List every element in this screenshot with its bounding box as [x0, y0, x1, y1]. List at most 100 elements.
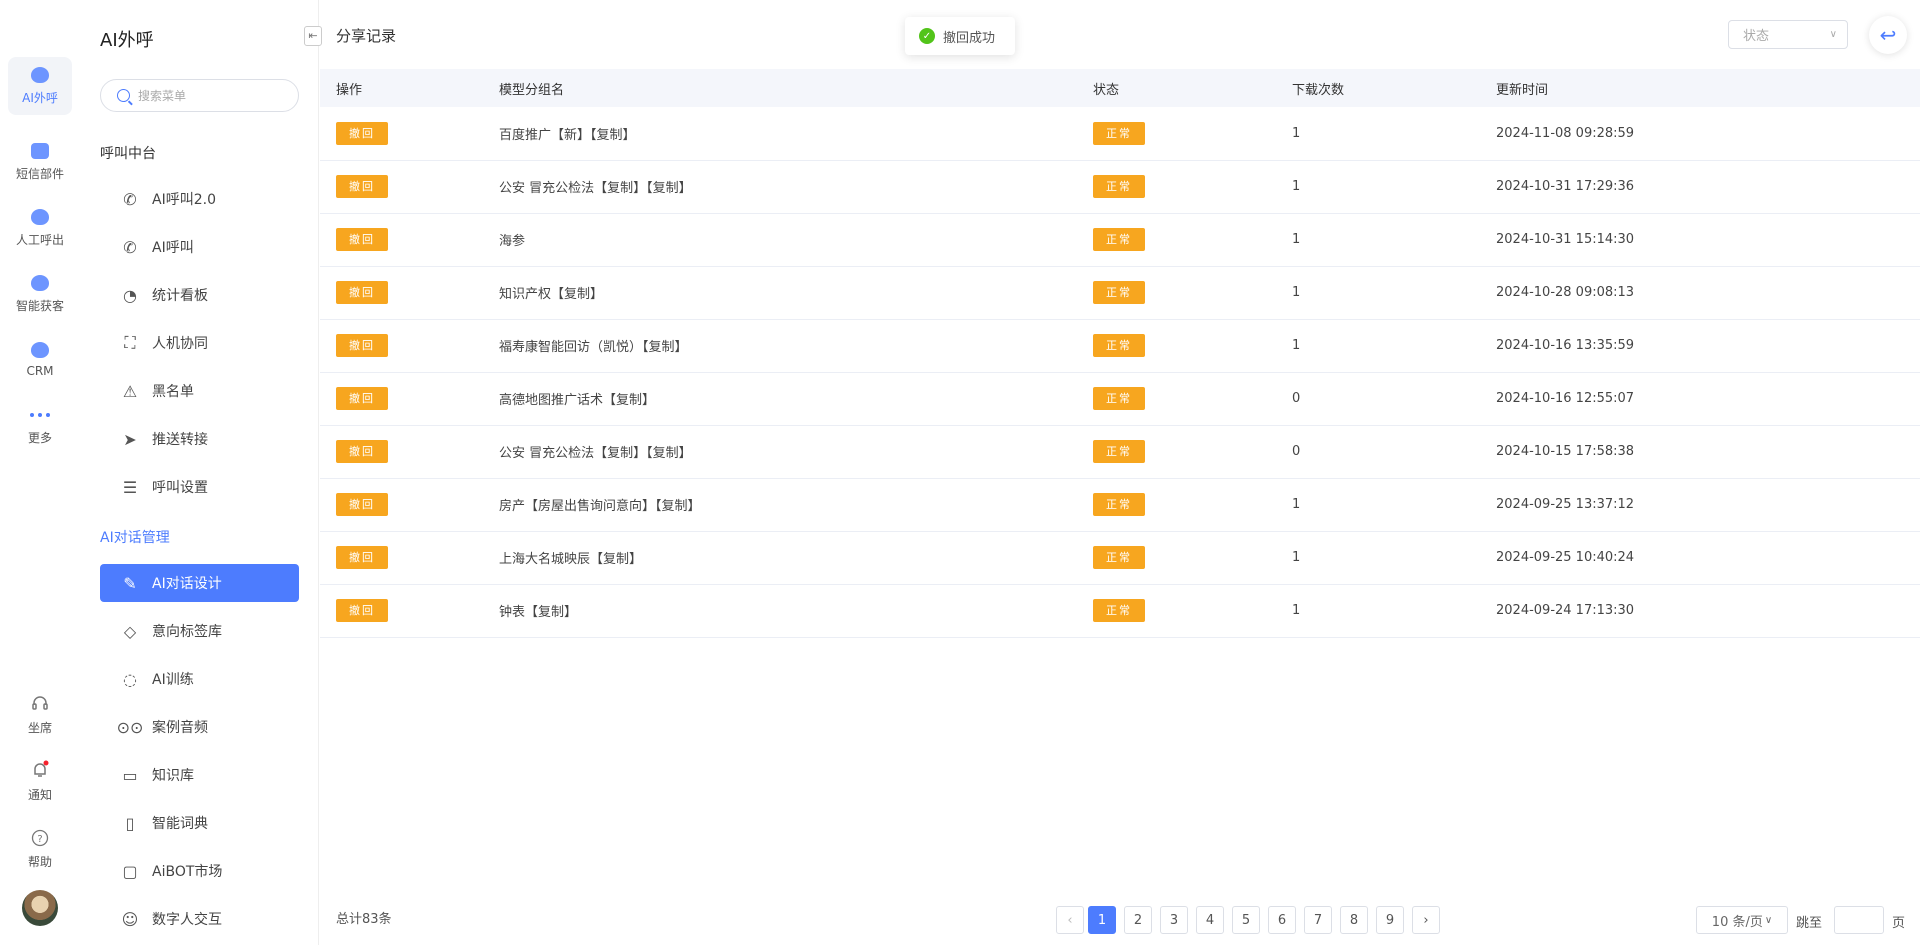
nav-item-knowledge-base[interactable]: ▭ 知识库 — [100, 756, 299, 794]
nav-item-push-transfer[interactable]: ➤ 推送转接 — [100, 420, 299, 458]
rail-item-sms[interactable]: 短信部件 — [8, 133, 72, 191]
group-title-call-center: 呼叫中台 — [100, 146, 156, 162]
nav-item-blacklist[interactable]: ⚠ 黑名单 — [100, 372, 299, 410]
revoke-button[interactable]: 撤回 — [336, 493, 388, 516]
nav-item-dictionary[interactable]: ▯ 智能词典 — [100, 804, 299, 842]
laptop-icon: ▭ — [122, 765, 138, 785]
revoke-button[interactable]: 撤回 — [336, 281, 388, 304]
app-root: AI外呼 短信部件 人工呼出 智能获客 CRM 更多 坐席 通知 ? 帮助 AI… — [0, 0, 1920, 945]
status-badge: 正常 — [1093, 387, 1145, 410]
nav-item-ai-call-2[interactable]: ✆ AI呼叫2.0 — [100, 180, 299, 218]
nav-item-case-audio[interactable]: ⊙⊙ 案例音频 — [100, 708, 299, 746]
revoke-button[interactable]: 撤回 — [336, 228, 388, 251]
back-button[interactable]: ↩ — [1869, 16, 1907, 54]
check-circle-icon: ✓ — [919, 28, 935, 44]
prev-page-button[interactable]: ‹ — [1056, 906, 1084, 934]
download-count: 1 — [1292, 266, 1496, 320]
status-badge: 正常 — [1093, 546, 1145, 569]
ghost-icon: ☺ — [121, 909, 139, 929]
download-count: 1 — [1292, 584, 1496, 638]
jump-page-input[interactable] — [1834, 906, 1884, 934]
updated-time: 2024-10-16 13:35:59 — [1496, 319, 1920, 373]
page-button[interactable]: 8 — [1340, 906, 1368, 934]
updated-time: 2024-10-31 15:14:30 — [1496, 213, 1920, 267]
page-button[interactable]: 2 — [1124, 906, 1152, 934]
warning-icon: ⚠ — [122, 381, 138, 401]
nav-item-call-settings[interactable]: ☰ 呼叫设置 — [100, 468, 299, 506]
status-badge: 正常 — [1093, 175, 1145, 198]
revoke-button[interactable]: 撤回 — [336, 599, 388, 622]
page-size-select[interactable]: 10 条/页 ∨ — [1696, 906, 1788, 934]
nav-item-ai-training[interactable]: ◌ AI训练 — [100, 660, 299, 698]
table-row: 撤回 高德地图推广话术【复制】 正常 0 2024-10-16 12:55:07 — [320, 372, 1920, 426]
page-button[interactable]: 6 — [1268, 906, 1296, 934]
chat-icon: ◌ — [123, 669, 137, 689]
status-badge: 正常 — [1093, 440, 1145, 463]
avatar[interactable] — [22, 890, 58, 926]
headset-icon — [32, 695, 48, 710]
page-button[interactable]: 4 — [1196, 906, 1224, 934]
reply-arrow-icon: ↩ — [1879, 23, 1897, 47]
rail-item-notice[interactable]: 通知 — [8, 752, 72, 810]
nav-item-stats[interactable]: ◔ 统计看板 — [100, 276, 299, 314]
nav-item-human-machine[interactable]: ⛶ 人机协同 — [100, 324, 299, 362]
rail-item-label: 智能获客 — [15, 298, 64, 313]
nav-item-ai-call[interactable]: ✆ AI呼叫 — [100, 228, 299, 266]
page-button[interactable]: 7 — [1304, 906, 1332, 934]
page-button[interactable]: 5 — [1232, 906, 1260, 934]
revoke-button[interactable]: 撤回 — [336, 121, 388, 145]
search-input[interactable] — [138, 88, 288, 103]
revoke-button[interactable]: 撤回 — [336, 387, 388, 410]
rail-item-label: 帮助 — [27, 854, 52, 869]
nav-item-digital-human[interactable]: ☺ 数字人交互 — [100, 900, 299, 938]
nav-item-label: AI训练 — [152, 672, 194, 688]
rail-item-crm[interactable]: CRM — [8, 331, 72, 389]
nav-item-label: AI呼叫2.0 — [152, 192, 216, 208]
model-group-name: 钟表【复制】 — [499, 584, 1093, 638]
updated-time: 2024-10-28 09:08:13 — [1496, 266, 1920, 320]
model-group-name: 上海大名城映辰【复制】 — [499, 531, 1093, 585]
table-row: 撤回 福寿康智能回访（凯悦）【复制】 正常 1 2024-10-16 13:35… — [320, 319, 1920, 373]
revoke-button[interactable]: 撤回 — [336, 175, 388, 198]
updated-time: 2024-10-16 12:55:07 — [1496, 372, 1920, 426]
next-page-button[interactable]: › — [1412, 906, 1440, 934]
model-group-name: 海参 — [499, 213, 1093, 267]
model-group-name: 福寿康智能回访（凯悦）【复制】 — [499, 319, 1093, 373]
nav-item-label: 推送转接 — [152, 432, 208, 448]
rail-item-manual-outbound[interactable]: 人工呼出 — [8, 199, 72, 257]
page-button[interactable]: 9 — [1376, 906, 1404, 934]
rail-item-label: 短信部件 — [15, 166, 64, 181]
messages-icon: ▢ — [122, 861, 138, 881]
revoke-button[interactable]: 撤回 — [336, 440, 388, 463]
rail-item-more[interactable]: 更多 — [8, 397, 72, 455]
rail-item-label: 通知 — [27, 787, 52, 802]
revoke-button[interactable]: 撤回 — [336, 334, 388, 357]
rail-item-label: 更多 — [27, 430, 52, 445]
table-row: 撤回 钟表【复制】 正常 1 2024-09-24 17:13:30 — [320, 584, 1920, 638]
status-filter-select[interactable]: 状态 ∨ — [1728, 20, 1848, 49]
pie-chart-icon: ◔ — [123, 285, 137, 305]
nav-item-intent-tags[interactable]: ◇ 意向标签库 — [100, 612, 299, 650]
model-group-name: 房产【房屋出售询问意向】【复制】 — [499, 478, 1093, 532]
nav-item-aibot-market[interactable]: ▢ AiBOT市场 — [100, 852, 299, 890]
nav-item-label: 意向标签库 — [152, 624, 222, 640]
phone-call-icon: ✆ — [123, 189, 137, 209]
page-button[interactable]: 1 — [1088, 906, 1116, 934]
table-row: 撤回 海参 正常 1 2024-10-31 15:14:30 — [320, 213, 1920, 267]
nav-item-label: AI呼叫 — [152, 240, 194, 256]
nav-item-dialog-design[interactable]: ✎ AI对话设计 — [100, 564, 299, 602]
status-badge: 正常 — [1093, 493, 1145, 516]
table-row: 撤回 公安 冒充公检法【复制】【复制】 正常 0 2024-10-15 17:5… — [320, 425, 1920, 479]
rail-item-ai-outbound[interactable]: AI外呼 — [8, 57, 72, 115]
rail-item-acquire[interactable]: 智能获客 — [8, 265, 72, 323]
message-icon — [31, 142, 49, 159]
rail-item-seat[interactable]: 坐席 — [8, 686, 72, 744]
status-badge: 正常 — [1093, 228, 1145, 251]
nav-item-label: AI对话设计 — [152, 576, 222, 592]
revoke-button[interactable]: 撤回 — [336, 546, 388, 569]
page-button[interactable]: 3 — [1160, 906, 1188, 934]
send-icon: ➤ — [123, 429, 137, 449]
rail-item-label: AI外呼 — [22, 90, 58, 105]
rail-item-help[interactable]: ? 帮助 — [8, 820, 72, 878]
outbound-icon — [31, 208, 49, 225]
